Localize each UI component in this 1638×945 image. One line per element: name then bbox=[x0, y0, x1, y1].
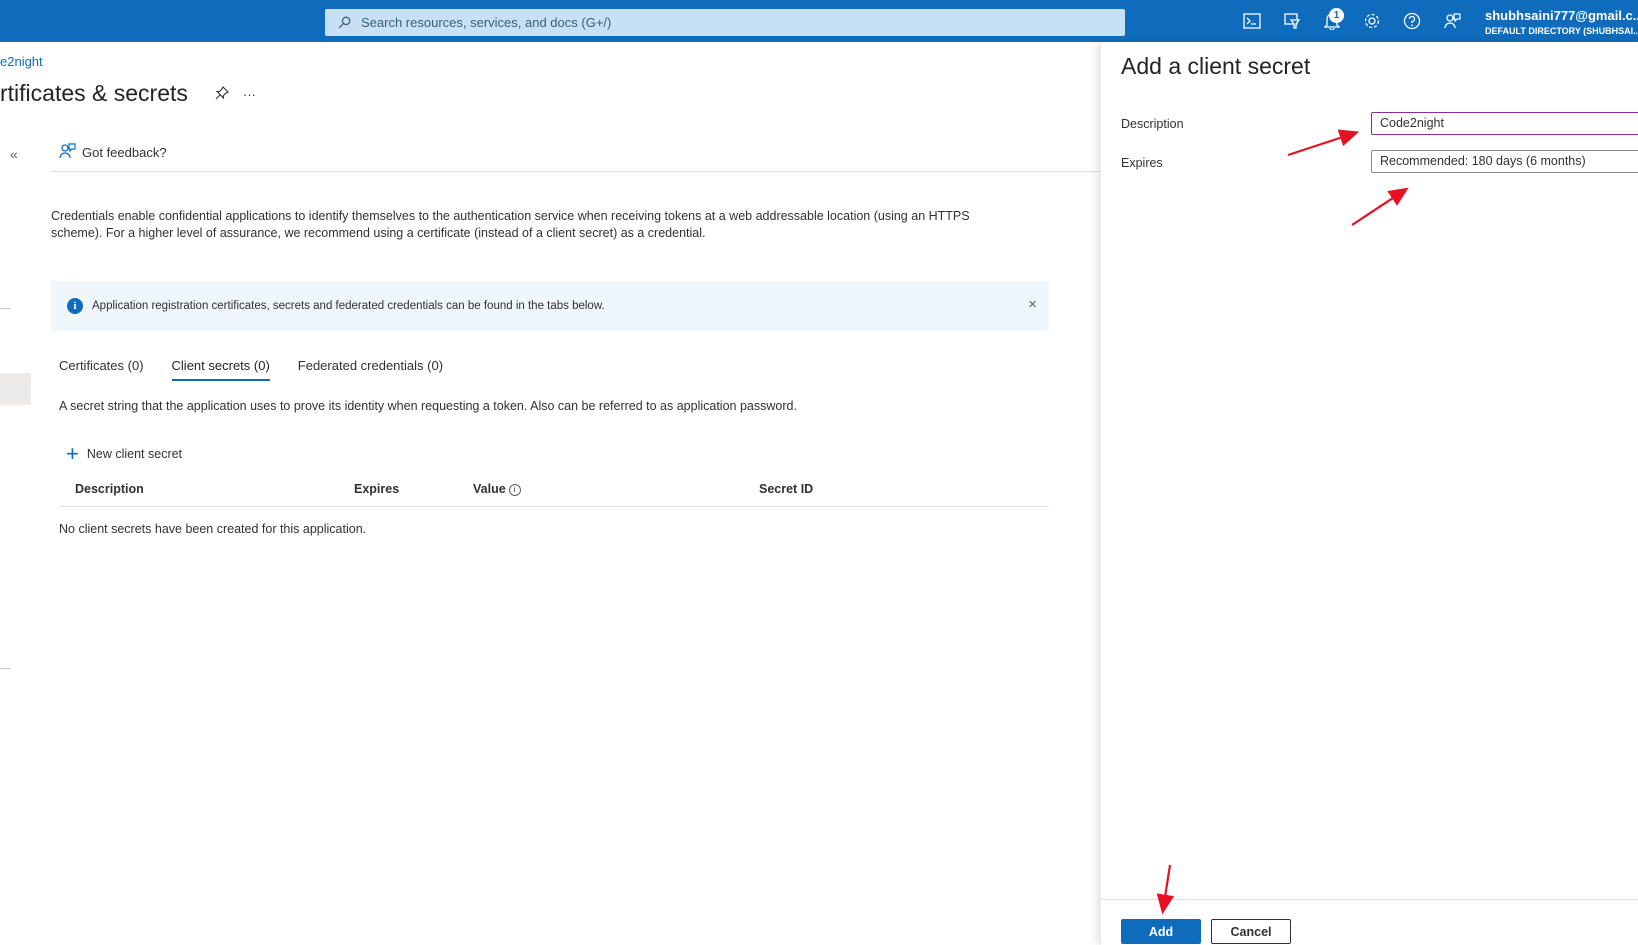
search-placeholder: Search resources, services, and docs (G+… bbox=[361, 15, 612, 30]
info-icon: i bbox=[67, 298, 83, 314]
cancel-button[interactable]: Cancel bbox=[1211, 919, 1291, 944]
help-icon[interactable] bbox=[1392, 0, 1432, 42]
info-icon[interactable]: i bbox=[508, 484, 521, 496]
tab-certificates[interactable]: Certificates (0) bbox=[59, 358, 144, 381]
directory-filter-icon[interactable] bbox=[1272, 0, 1312, 42]
expires-label: Expires bbox=[1121, 156, 1163, 170]
intro-text: Credentials enable confidential applicat… bbox=[51, 209, 970, 240]
top-bar: Search resources, services, and docs (G+… bbox=[0, 0, 1638, 42]
menu-selected-item[interactable] bbox=[0, 373, 31, 405]
search-icon bbox=[335, 14, 353, 32]
more-options-button[interactable]: ··· bbox=[243, 87, 256, 102]
toolbar-divider bbox=[51, 171, 1101, 172]
feedback-person-icon bbox=[58, 142, 76, 163]
description-label: Description bbox=[1121, 117, 1184, 131]
panel-title: Add a client secret bbox=[1121, 53, 1311, 79]
search-input[interactable]: Search resources, services, and docs (G+… bbox=[325, 9, 1125, 36]
menu-divider bbox=[0, 308, 10, 309]
column-secret-id: Secret ID bbox=[759, 482, 814, 496]
pin-icon[interactable] bbox=[215, 86, 229, 103]
new-client-secret-label: New client secret bbox=[86, 447, 183, 461]
collapse-menu-button[interactable]: « bbox=[10, 146, 18, 162]
expires-select[interactable]: Recommended: 180 days (6 months) bbox=[1371, 150, 1638, 173]
feedback-button[interactable]: Got feedback? bbox=[58, 142, 167, 163]
cloud-shell-icon[interactable] bbox=[1232, 0, 1272, 42]
close-icon[interactable]: × bbox=[1028, 296, 1037, 313]
column-description: Description bbox=[75, 482, 144, 496]
empty-state-message: No client secrets have been created for … bbox=[59, 522, 367, 536]
tab-client-secrets[interactable]: Client secrets (0) bbox=[171, 358, 271, 381]
tab-federated-credentials[interactable]: Federated credentials (0) bbox=[298, 358, 443, 381]
tab-bar: Certificates (0) Client secrets (0) Fede… bbox=[59, 358, 471, 381]
account-directory: DEFAULT DIRECTORY (SHUBHSAI... bbox=[1485, 26, 1638, 36]
add-button[interactable]: Add bbox=[1121, 919, 1201, 944]
info-message: Application registration certificates, s… bbox=[92, 300, 605, 312]
page-title: rtificates & secrets bbox=[0, 80, 188, 106]
notification-badge: 1 bbox=[1329, 8, 1344, 23]
column-value: Value i bbox=[473, 482, 521, 496]
feedback-label: Got feedback? bbox=[82, 145, 167, 160]
new-client-secret-button[interactable]: + New client secret bbox=[66, 441, 183, 466]
footer-divider bbox=[1101, 899, 1638, 900]
description-field[interactable]: Code2night bbox=[1371, 112, 1638, 135]
feedback-icon[interactable] bbox=[1432, 0, 1472, 42]
info-banner: i Application registration certificates,… bbox=[51, 281, 1049, 331]
column-expires: Expires bbox=[354, 482, 400, 496]
add-client-secret-panel: Add a client secret Description Code2nig… bbox=[1100, 42, 1638, 945]
breadcrumb[interactable]: e2night bbox=[0, 54, 43, 69]
plus-icon: + bbox=[66, 441, 79, 466]
table-header: Description Expires Value i Secret ID bbox=[59, 480, 1049, 507]
menu-divider bbox=[0, 668, 10, 669]
settings-gear-icon[interactable] bbox=[1352, 0, 1392, 42]
column-value-label: Value bbox=[473, 482, 506, 496]
account-email: shubhsaini777@gmail.c... bbox=[1485, 8, 1638, 23]
tab-description: A secret string that the application use… bbox=[59, 399, 797, 413]
account-menu[interactable]: shubhsaini777@gmail.c... DEFAULT DIRECTO… bbox=[1485, 8, 1638, 36]
notifications-icon[interactable]: 1 bbox=[1312, 0, 1352, 42]
